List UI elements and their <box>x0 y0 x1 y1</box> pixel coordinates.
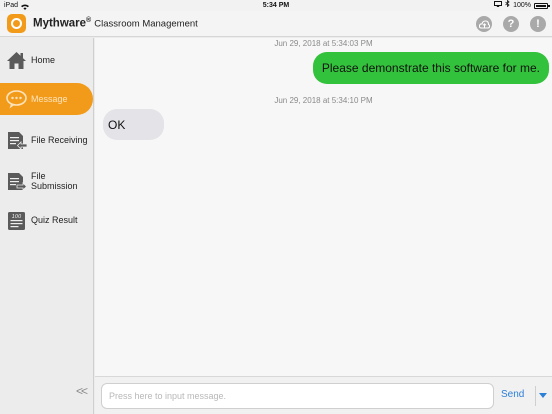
sidebar-item-label: File Submission <box>31 171 78 191</box>
brand-subtitle: Classroom Management <box>94 18 198 30</box>
sidebar-item-label: Quiz Result <box>31 215 78 225</box>
message-thread: Jun 29, 2018 at 5:34:03 PM Please demons… <box>95 38 552 376</box>
message-timestamp: Jun 29, 2018 at 5:34:10 PM <box>274 96 373 105</box>
file-submission-icon <box>6 171 28 192</box>
cloud-icon[interactable] <box>476 16 492 32</box>
sidebar-item-file-receiving[interactable]: File Receiving <box>0 125 93 155</box>
app-header: Mythware® Classroom Management ? ! <box>0 11 552 37</box>
message-input[interactable] <box>101 383 494 409</box>
brand-name: Mythware <box>33 17 87 30</box>
message-text: Please demonstrate this software for me. <box>321 61 540 75</box>
collapse-sidebar-button[interactable]: << <box>76 384 88 398</box>
incoming-message-bubble: OK <box>103 109 164 140</box>
quiz-result-icon: 100 <box>6 210 27 231</box>
app-title: Mythware® Classroom Management <box>33 17 198 30</box>
sidebar-item-message[interactable]: Message <box>0 83 93 115</box>
message-icon <box>6 89 27 110</box>
sidebar-item-home[interactable]: Home <box>0 46 93 74</box>
sidebar-item-file-submission[interactable]: File Submission <box>0 166 93 196</box>
send-button[interactable]: Send <box>501 389 524 400</box>
status-bar: iPad 5:34 PM 100% <box>0 0 552 11</box>
sidebar-item-label: Home <box>31 55 56 65</box>
battery-percent: 100% <box>513 2 531 9</box>
help-icon[interactable]: ? <box>503 16 519 32</box>
send-divider <box>535 386 536 406</box>
message-timestamp: Jun 29, 2018 at 5:34:03 PM <box>274 39 373 48</box>
sidebar-item-label: Message <box>31 94 68 104</box>
mythware-logo-icon <box>7 14 26 33</box>
registered-mark: ® <box>86 17 92 24</box>
sidebar-item-label: File Receiving <box>31 135 88 145</box>
send-options-chevron-down-icon[interactable] <box>539 393 547 398</box>
message-input-bar: Send <box>95 376 552 414</box>
message-text: OK <box>108 117 126 132</box>
status-right: 100% <box>494 0 550 11</box>
sidebar: Home Message File Receiving File Submiss… <box>0 38 94 414</box>
home-icon <box>6 50 27 71</box>
status-time: 5:34 PM <box>262 2 290 9</box>
screen-mirror-icon <box>494 0 503 11</box>
bluetooth-icon <box>505 0 510 11</box>
outgoing-message-bubble: Please demonstrate this software for me. <box>312 52 549 84</box>
svg-text:100: 100 <box>12 214 22 220</box>
sidebar-item-quiz-result[interactable]: 100 Quiz Result <box>0 206 93 234</box>
battery-icon <box>534 2 550 9</box>
header-actions: ? ! <box>476 16 546 32</box>
file-receiving-icon <box>6 130 28 151</box>
alert-icon[interactable]: ! <box>530 16 546 32</box>
